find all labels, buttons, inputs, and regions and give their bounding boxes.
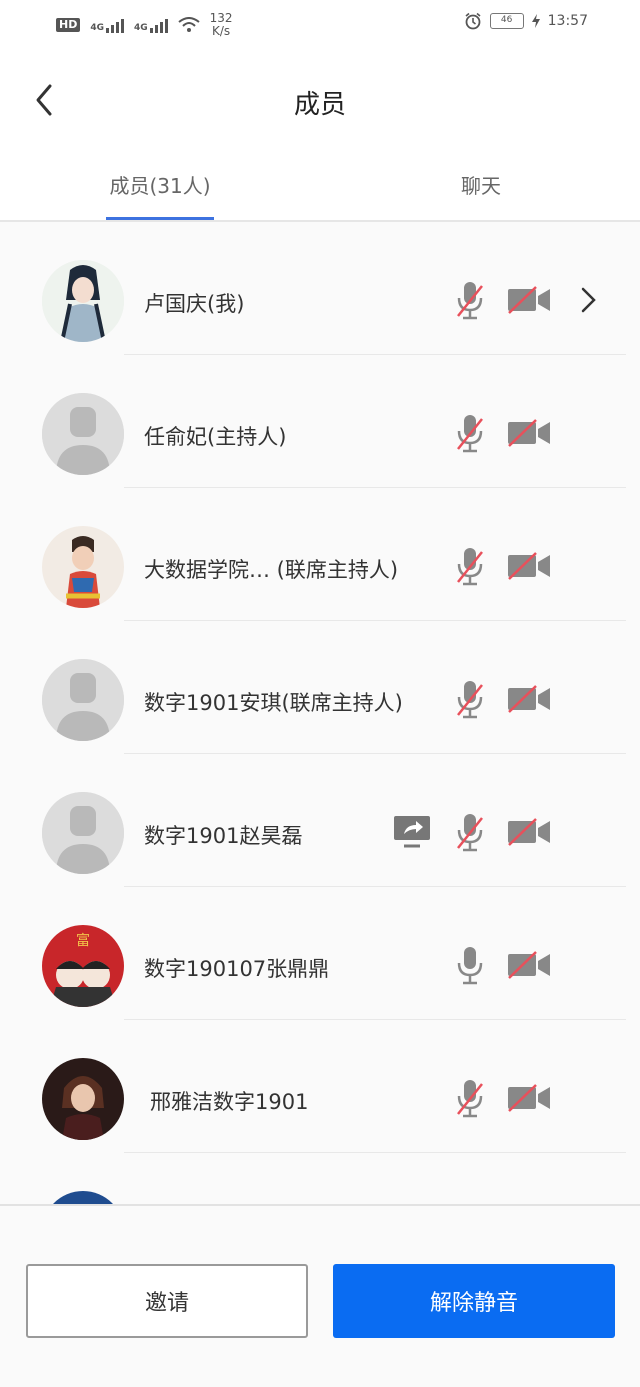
header: 成员 bbox=[0, 50, 640, 154]
tab-bar: 成员(31人) 聊天 bbox=[0, 154, 640, 222]
network-signal-2: 4G bbox=[134, 17, 168, 33]
avatar bbox=[42, 1191, 124, 1204]
member-row[interactable]: 富 数字190107张鼎鼎 bbox=[0, 887, 640, 1020]
mic-muted-icon[interactable] bbox=[454, 546, 486, 586]
avatar: 富 bbox=[42, 925, 124, 1007]
member-name: 任俞妃(主持人) bbox=[144, 425, 287, 449]
screen-share-icon[interactable] bbox=[392, 814, 432, 850]
member-name: 卢国庆(我) bbox=[144, 292, 245, 316]
alarm-icon bbox=[465, 12, 481, 30]
wifi-icon bbox=[178, 17, 200, 32]
camera-off-icon[interactable] bbox=[506, 950, 552, 980]
battery-icon: 46 bbox=[489, 13, 524, 29]
speed-unit: K/s bbox=[212, 24, 231, 38]
mic-on-icon[interactable] bbox=[454, 945, 486, 985]
member-name: 邢雅洁数字1901 bbox=[150, 1090, 309, 1114]
tab-chat[interactable]: 聊天 bbox=[438, 170, 524, 222]
mic-muted-icon[interactable] bbox=[454, 1078, 486, 1118]
member-row[interactable]: 数字1901安琪(联席主持人) bbox=[0, 621, 640, 754]
invite-button[interactable]: 邀请 bbox=[26, 1264, 308, 1338]
charging-icon bbox=[531, 14, 540, 28]
network-speed: 132 K/s bbox=[210, 12, 233, 38]
status-left: HD 4G 4G 132 K/s bbox=[56, 12, 233, 38]
status-right: 46 13:57 bbox=[464, 12, 588, 30]
camera-off-icon[interactable] bbox=[506, 817, 552, 847]
avatar bbox=[42, 1058, 124, 1140]
member-row-partial[interactable] bbox=[0, 1153, 640, 1204]
network-type-2: 4G bbox=[134, 23, 148, 33]
member-name: 数字1901安琪(联席主持人) bbox=[144, 691, 403, 715]
member-row[interactable]: 数字1901赵昊磊 bbox=[0, 754, 640, 887]
member-row[interactable]: 卢国庆(我) bbox=[0, 222, 640, 355]
default-avatar-icon bbox=[42, 393, 124, 475]
avatar bbox=[42, 526, 124, 608]
camera-off-icon[interactable] bbox=[506, 1083, 552, 1113]
member-row[interactable]: 邢雅洁数字1901 bbox=[0, 1020, 640, 1153]
mic-muted-icon[interactable] bbox=[454, 413, 486, 453]
chevron-right-icon[interactable] bbox=[578, 286, 598, 314]
default-avatar-icon bbox=[42, 659, 124, 741]
camera-off-icon[interactable] bbox=[506, 285, 552, 315]
avatar bbox=[42, 260, 124, 342]
member-row[interactable]: 大数据学院… (联席主持人) bbox=[0, 488, 640, 621]
member-name: 数字190107张鼎鼎 bbox=[144, 957, 330, 981]
camera-off-icon[interactable] bbox=[506, 418, 552, 448]
page-title: 成员 bbox=[293, 90, 346, 120]
speed-value: 132 bbox=[209, 11, 233, 25]
member-row[interactable]: 任俞妃(主持人) bbox=[0, 355, 640, 488]
tab-active-indicator bbox=[106, 217, 214, 220]
member-name: 大数据学院… (联席主持人) bbox=[144, 558, 399, 582]
hd-badge: HD bbox=[56, 18, 81, 32]
signal-bars-icon bbox=[106, 17, 124, 33]
network-signal-1: 4G bbox=[90, 17, 124, 33]
unmute-button[interactable]: 解除静音 bbox=[333, 1264, 615, 1338]
default-avatar-icon bbox=[42, 792, 124, 874]
network-type-1: 4G bbox=[90, 23, 104, 33]
status-bar: HD 4G 4G 132 K/s 46 13:57 bbox=[0, 0, 640, 50]
member-name: 数字1901赵昊磊 bbox=[144, 824, 303, 848]
bottom-action-bar: 邀请 解除静音 bbox=[0, 1204, 640, 1387]
clock-time: 13:57 bbox=[547, 13, 588, 29]
signal-bars-icon bbox=[149, 17, 168, 33]
camera-off-icon[interactable] bbox=[506, 551, 552, 581]
camera-off-icon[interactable] bbox=[506, 684, 552, 714]
svg-text:富: 富 bbox=[76, 932, 90, 949]
mic-muted-icon[interactable] bbox=[454, 280, 486, 320]
member-list[interactable]: 卢国庆(我) 任俞妃(主持人) 大数据学院… (联席主持人) 数字1901安琪(… bbox=[0, 222, 640, 1204]
mic-muted-icon[interactable] bbox=[454, 812, 486, 852]
mic-muted-icon[interactable] bbox=[454, 679, 486, 719]
tab-members[interactable]: 成员(31人) bbox=[106, 170, 214, 222]
